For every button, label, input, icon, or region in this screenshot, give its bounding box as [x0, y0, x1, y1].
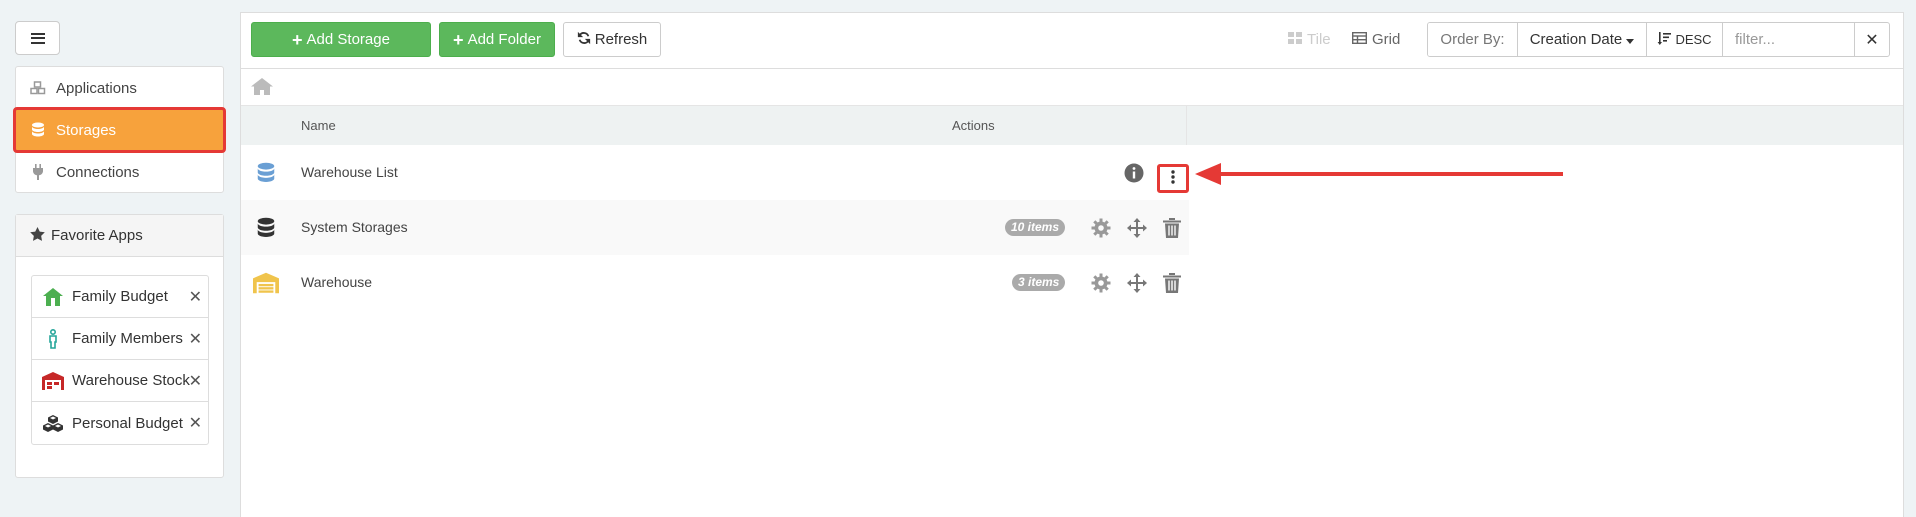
toolbar: + Add Storage + Add Folder Refresh Tile …: [241, 13, 1903, 69]
favorite-apps-list: Family Budget ✕ Family Members ✕ Warehou…: [31, 275, 209, 445]
remove-favorite-icon[interactable]: ✕: [189, 287, 202, 307]
row-name[interactable]: Warehouse List: [301, 164, 398, 180]
vertical-ellipsis-icon: [1171, 169, 1175, 188]
refresh-icon: [577, 31, 591, 49]
annotation-arrow: [1195, 163, 1563, 185]
items-count-badge: 10 items: [1005, 219, 1066, 236]
refresh-button[interactable]: Refresh: [563, 22, 661, 57]
menu-toggle-button[interactable]: [15, 21, 60, 55]
sidebar-item-label: Connections: [56, 163, 140, 181]
table-row[interactable]: Warehouse 3 items: [241, 255, 1189, 310]
plus-icon: +: [292, 29, 303, 50]
table-row[interactable]: Warehouse List: [241, 145, 1189, 200]
favorite-app-label: Family Budget: [72, 288, 168, 305]
plug-icon: [29, 163, 47, 181]
view-tile-label: Tile: [1307, 31, 1331, 48]
plus-icon: +: [453, 29, 464, 50]
sort-desc-icon: [1657, 31, 1672, 48]
warehouse-icon: [253, 270, 279, 296]
favorite-apps-header: Favorite Apps: [16, 215, 223, 257]
tile-icon: [1288, 31, 1302, 48]
sidebar-item-label: Applications: [56, 79, 137, 97]
breadcrumb: [241, 69, 1903, 106]
info-icon[interactable]: [1123, 162, 1145, 184]
view-tile-toggle[interactable]: Tile: [1288, 31, 1331, 48]
cubes-icon: [29, 79, 47, 97]
filter-input[interactable]: filter...: [1723, 23, 1855, 56]
favorite-app-warehouse-stock[interactable]: Warehouse Stock ✕: [32, 360, 208, 402]
more-options-button[interactable]: [1157, 164, 1189, 193]
move-icon[interactable]: [1126, 217, 1148, 239]
database-icon: [29, 121, 47, 139]
database-icon: [253, 215, 279, 241]
home-icon[interactable]: [251, 78, 273, 99]
row-name[interactable]: Warehouse: [301, 274, 372, 290]
favorite-app-label: Personal Budget: [72, 414, 183, 432]
favorite-apps-panel: Favorite Apps Family Budget ✕ Family Mem…: [15, 214, 224, 478]
hamburger-icon: [30, 32, 45, 44]
remove-favorite-icon[interactable]: ✕: [189, 329, 202, 349]
remove-favorite-icon[interactable]: ✕: [189, 413, 202, 433]
add-folder-label: Add Folder: [467, 31, 541, 48]
gear-icon[interactable]: [1090, 272, 1112, 294]
refresh-label: Refresh: [594, 31, 648, 48]
order-by-select[interactable]: Creation Date: [1518, 23, 1647, 56]
column-header-name: Name: [301, 118, 336, 133]
view-grid-label: Grid: [1372, 31, 1401, 48]
table-row[interactable]: System Storages 10 items: [241, 200, 1189, 255]
favorite-app-label: Warehouse Stock: [72, 372, 190, 389]
star-icon: [30, 226, 45, 245]
grid-icon: [1351, 31, 1368, 48]
favorite-apps-title: Favorite Apps: [51, 227, 143, 244]
table-header: Name Actions: [241, 106, 1903, 145]
column-divider: [1186, 106, 1187, 145]
sidebar-item-applications[interactable]: Applications: [16, 67, 223, 109]
order-by-label: Order By:: [1428, 23, 1518, 56]
house-icon: [42, 286, 64, 308]
view-grid-toggle[interactable]: Grid: [1351, 31, 1401, 48]
sort-direction-button[interactable]: DESC: [1647, 23, 1723, 56]
favorite-app-personal-budget[interactable]: Personal Budget ✕: [32, 402, 208, 444]
row-name[interactable]: System Storages: [301, 219, 408, 235]
add-storage-label: Add Storage: [306, 31, 390, 48]
person-icon: [42, 328, 64, 350]
remove-favorite-icon[interactable]: ✕: [189, 371, 202, 391]
clear-filter-button[interactable]: ✕: [1855, 23, 1889, 56]
storages-panel: + Add Storage + Add Folder Refresh Tile …: [240, 12, 1904, 517]
favorite-app-family-budget[interactable]: Family Budget ✕: [32, 276, 208, 318]
items-count-badge: 3 items: [1012, 274, 1066, 291]
favorite-app-family-members[interactable]: Family Members ✕: [32, 318, 208, 360]
sidebar-nav: Applications Storages Connections: [13, 66, 226, 193]
sort-controls: Order By: Creation Date DESC filter... ✕: [1427, 22, 1890, 57]
database-icon: [253, 160, 279, 186]
trash-icon[interactable]: [1161, 272, 1183, 294]
move-icon[interactable]: [1126, 272, 1148, 294]
warehouse-icon: [42, 370, 64, 392]
cubes-icon: [42, 412, 64, 434]
add-storage-button[interactable]: + Add Storage: [251, 22, 431, 57]
favorite-app-label: Family Members: [72, 330, 183, 347]
order-by-value: Creation Date: [1529, 31, 1623, 48]
sidebar-item-storages[interactable]: Storages: [13, 107, 226, 153]
caret-down-icon: [1626, 31, 1635, 48]
add-folder-button[interactable]: + Add Folder: [439, 22, 555, 57]
sidebar-item-connections[interactable]: Connections: [16, 151, 223, 193]
sort-direction-label: DESC: [1675, 32, 1712, 47]
trash-icon[interactable]: [1161, 217, 1183, 239]
sidebar-item-label: Storages: [56, 121, 117, 139]
gear-icon[interactable]: [1090, 217, 1112, 239]
column-header-actions: Actions: [952, 118, 995, 133]
